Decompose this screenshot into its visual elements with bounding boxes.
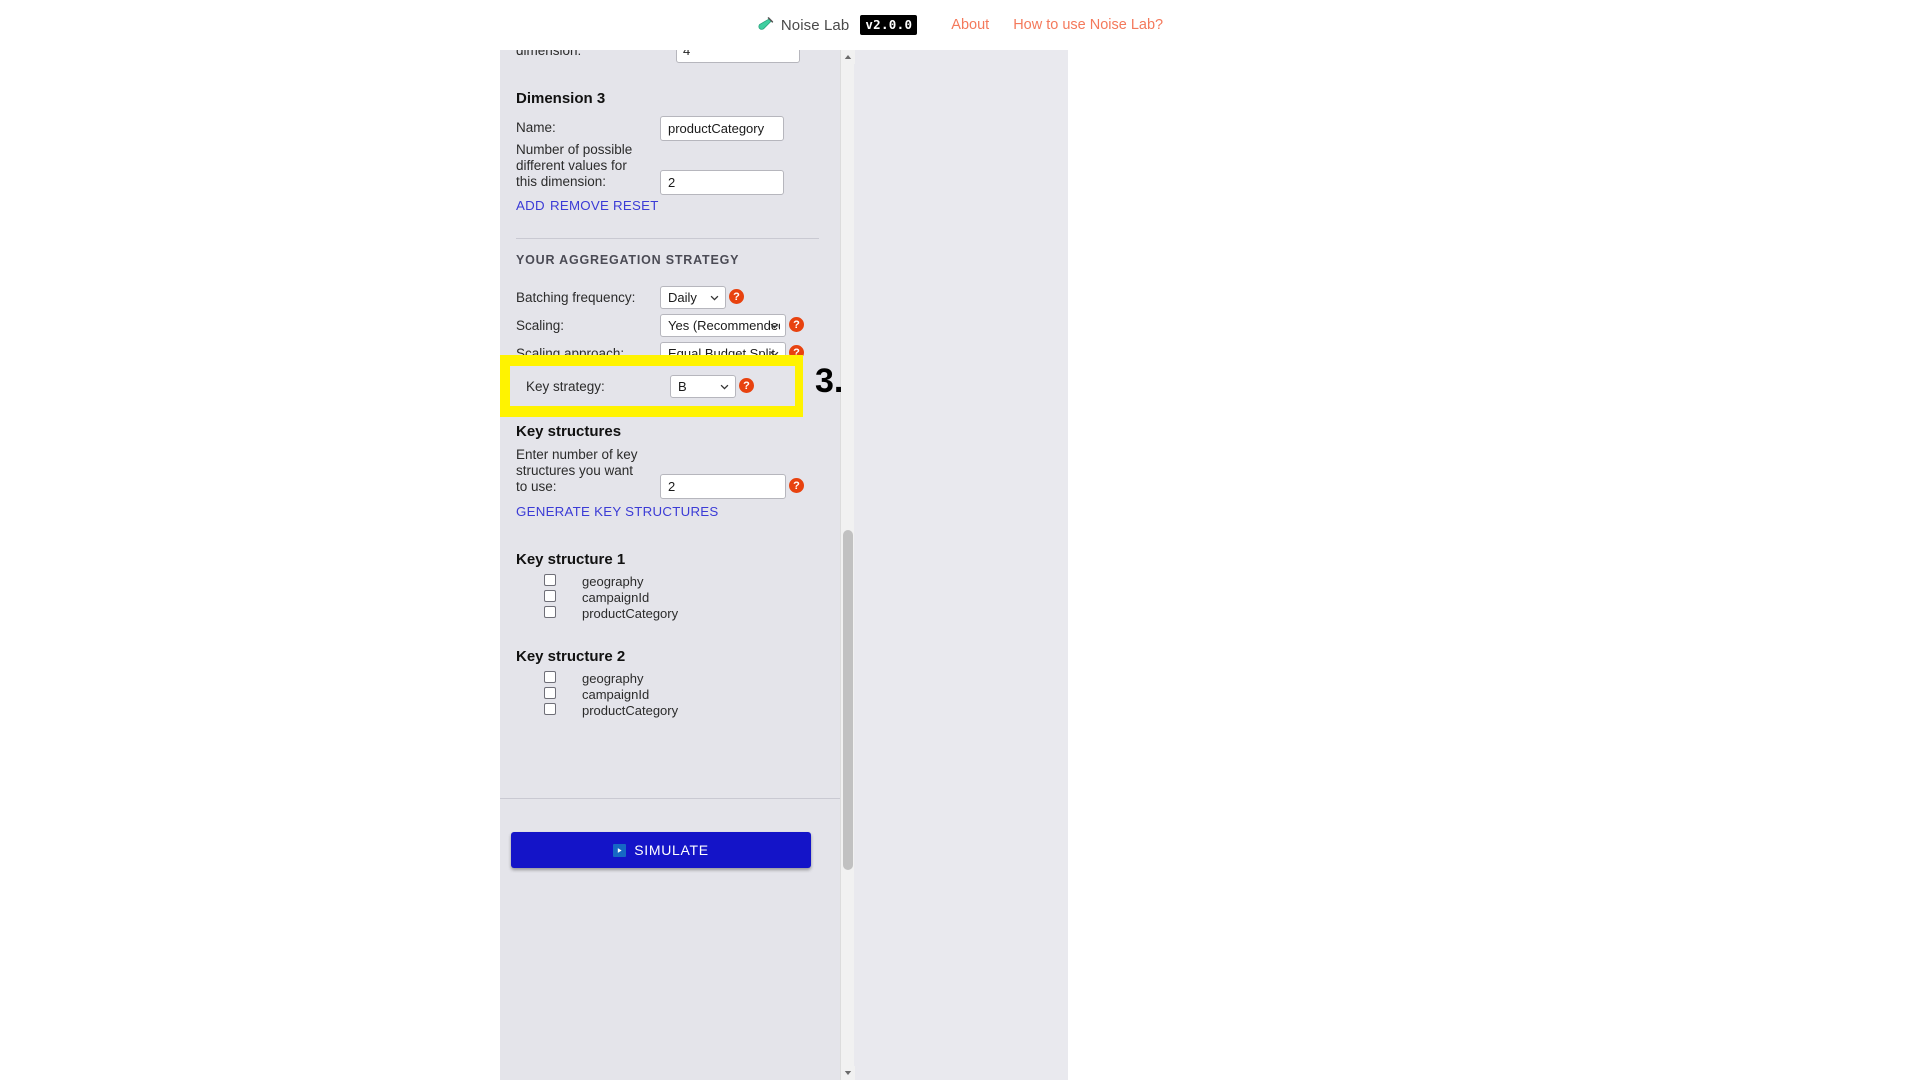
batching-frequency-help-icon[interactable]: ? <box>729 289 744 304</box>
scaling-help-icon[interactable]: ? <box>789 317 804 332</box>
right-empty-column <box>840 50 1068 1080</box>
footer-divider <box>500 798 840 799</box>
clipped-dimension-input[interactable] <box>676 50 800 63</box>
key-structure-2-checkbox-campaignid[interactable] <box>544 687 556 699</box>
key-structures-help-icon[interactable]: ? <box>789 478 804 493</box>
key-strategy-help-icon[interactable]: ? <box>739 378 754 393</box>
nav-link-about[interactable]: About <box>951 17 989 33</box>
key-structure-1-label-campaignid: campaignId <box>582 590 650 605</box>
config-panel: dimension: Dimension 3 Name: Number of p… <box>500 50 840 1080</box>
page-root: Noise Lab v2.0.0 About How to use Noise … <box>0 0 1920 1080</box>
chevron-down-icon <box>720 384 729 390</box>
dimension-3-count-input[interactable] <box>660 170 784 195</box>
panel-scrollbar[interactable] <box>840 50 855 1080</box>
key-structures-count-input[interactable] <box>660 474 786 499</box>
key-structure-2-label-productcategory: productCategory <box>582 703 679 718</box>
version-badge: v2.0.0 <box>860 15 918 35</box>
dimension-3-title: Dimension 3 <box>516 90 606 107</box>
main-nav: About How to use Noise Lab? <box>951 17 1163 33</box>
clipped-dimension-label: dimension: <box>516 50 582 58</box>
key-structure-1-label-productcategory: productCategory <box>582 606 679 621</box>
chevron-down-icon <box>770 323 779 329</box>
key-structure-1-checkbox-geography[interactable] <box>544 574 556 586</box>
simulate-button[interactable]: SIMULATE <box>511 832 811 868</box>
scaling-label: Scaling: <box>516 318 565 333</box>
app-header: Noise Lab v2.0.0 About How to use Noise … <box>0 0 1920 50</box>
scaling-value: Yes (Recommended) <box>668 318 780 333</box>
scrollbar-thumb[interactable] <box>843 530 853 870</box>
key-structures-title: Key structures <box>516 423 622 440</box>
key-structure-2-checkbox-productcategory[interactable] <box>544 703 556 715</box>
key-structures-count-label: Enter number of key structures you want … <box>516 447 638 494</box>
scrollbar-up-arrow[interactable] <box>841 50 855 64</box>
aggregation-section-title: YOUR AGGREGATION STRATEGY <box>516 253 740 267</box>
key-structure-1-title: Key structure 1 <box>516 551 626 568</box>
key-strategy-value: B <box>678 379 687 394</box>
test-tube-icon <box>757 16 774 34</box>
key-structure-1-label-geography: geography <box>582 574 644 589</box>
dimension-add-link[interactable]: ADD <box>516 198 545 213</box>
key-strategy-highlight: Key strategy: B ? <box>500 355 803 417</box>
step-annotation: 3. <box>815 362 844 400</box>
key-structure-1-checkbox-productcategory[interactable] <box>544 606 556 618</box>
dimension-reset-link[interactable]: RESET <box>613 198 659 213</box>
batching-frequency-value: Daily <box>668 290 697 305</box>
play-icon <box>613 843 627 857</box>
brand-name: Noise Lab <box>780 16 850 34</box>
chevron-down-icon <box>710 295 719 301</box>
key-structure-2-label-geography: geography <box>582 671 644 686</box>
section-divider <box>516 238 819 239</box>
scrollbar-down-arrow[interactable] <box>841 1066 855 1080</box>
dimension-remove-link[interactable]: REMOVE <box>550 198 609 213</box>
clipped-dimension-row: dimension: <box>516 50 826 66</box>
key-structure-2-label-campaignid: campaignId <box>582 687 650 702</box>
batching-frequency-select[interactable]: Daily <box>660 286 726 309</box>
brand: Noise Lab v2.0.0 <box>757 15 918 35</box>
key-structure-2-title: Key structure 2 <box>516 648 626 665</box>
dimension-3-count-label: Number of possible different values for … <box>516 142 633 189</box>
batching-frequency-label: Batching frequency: <box>516 290 636 305</box>
generate-key-structures-link[interactable]: GENERATE KEY STRUCTURES <box>516 504 719 519</box>
key-strategy-label: Key strategy: <box>526 379 605 394</box>
key-structure-2-checkbox-geography[interactable] <box>544 671 556 683</box>
key-strategy-select[interactable]: B <box>670 375 736 398</box>
nav-link-how-to-use[interactable]: How to use Noise Lab? <box>1013 17 1163 33</box>
key-structure-1-checkbox-campaignid[interactable] <box>544 590 556 602</box>
scaling-select[interactable]: Yes (Recommended) <box>660 314 786 337</box>
dimension-3-name-input[interactable] <box>660 116 784 141</box>
key-strategy-row: Key strategy: B ? <box>510 366 795 406</box>
simulate-button-label: SIMULATE <box>634 842 709 858</box>
dimension-3-name-label: Name: <box>516 120 556 135</box>
